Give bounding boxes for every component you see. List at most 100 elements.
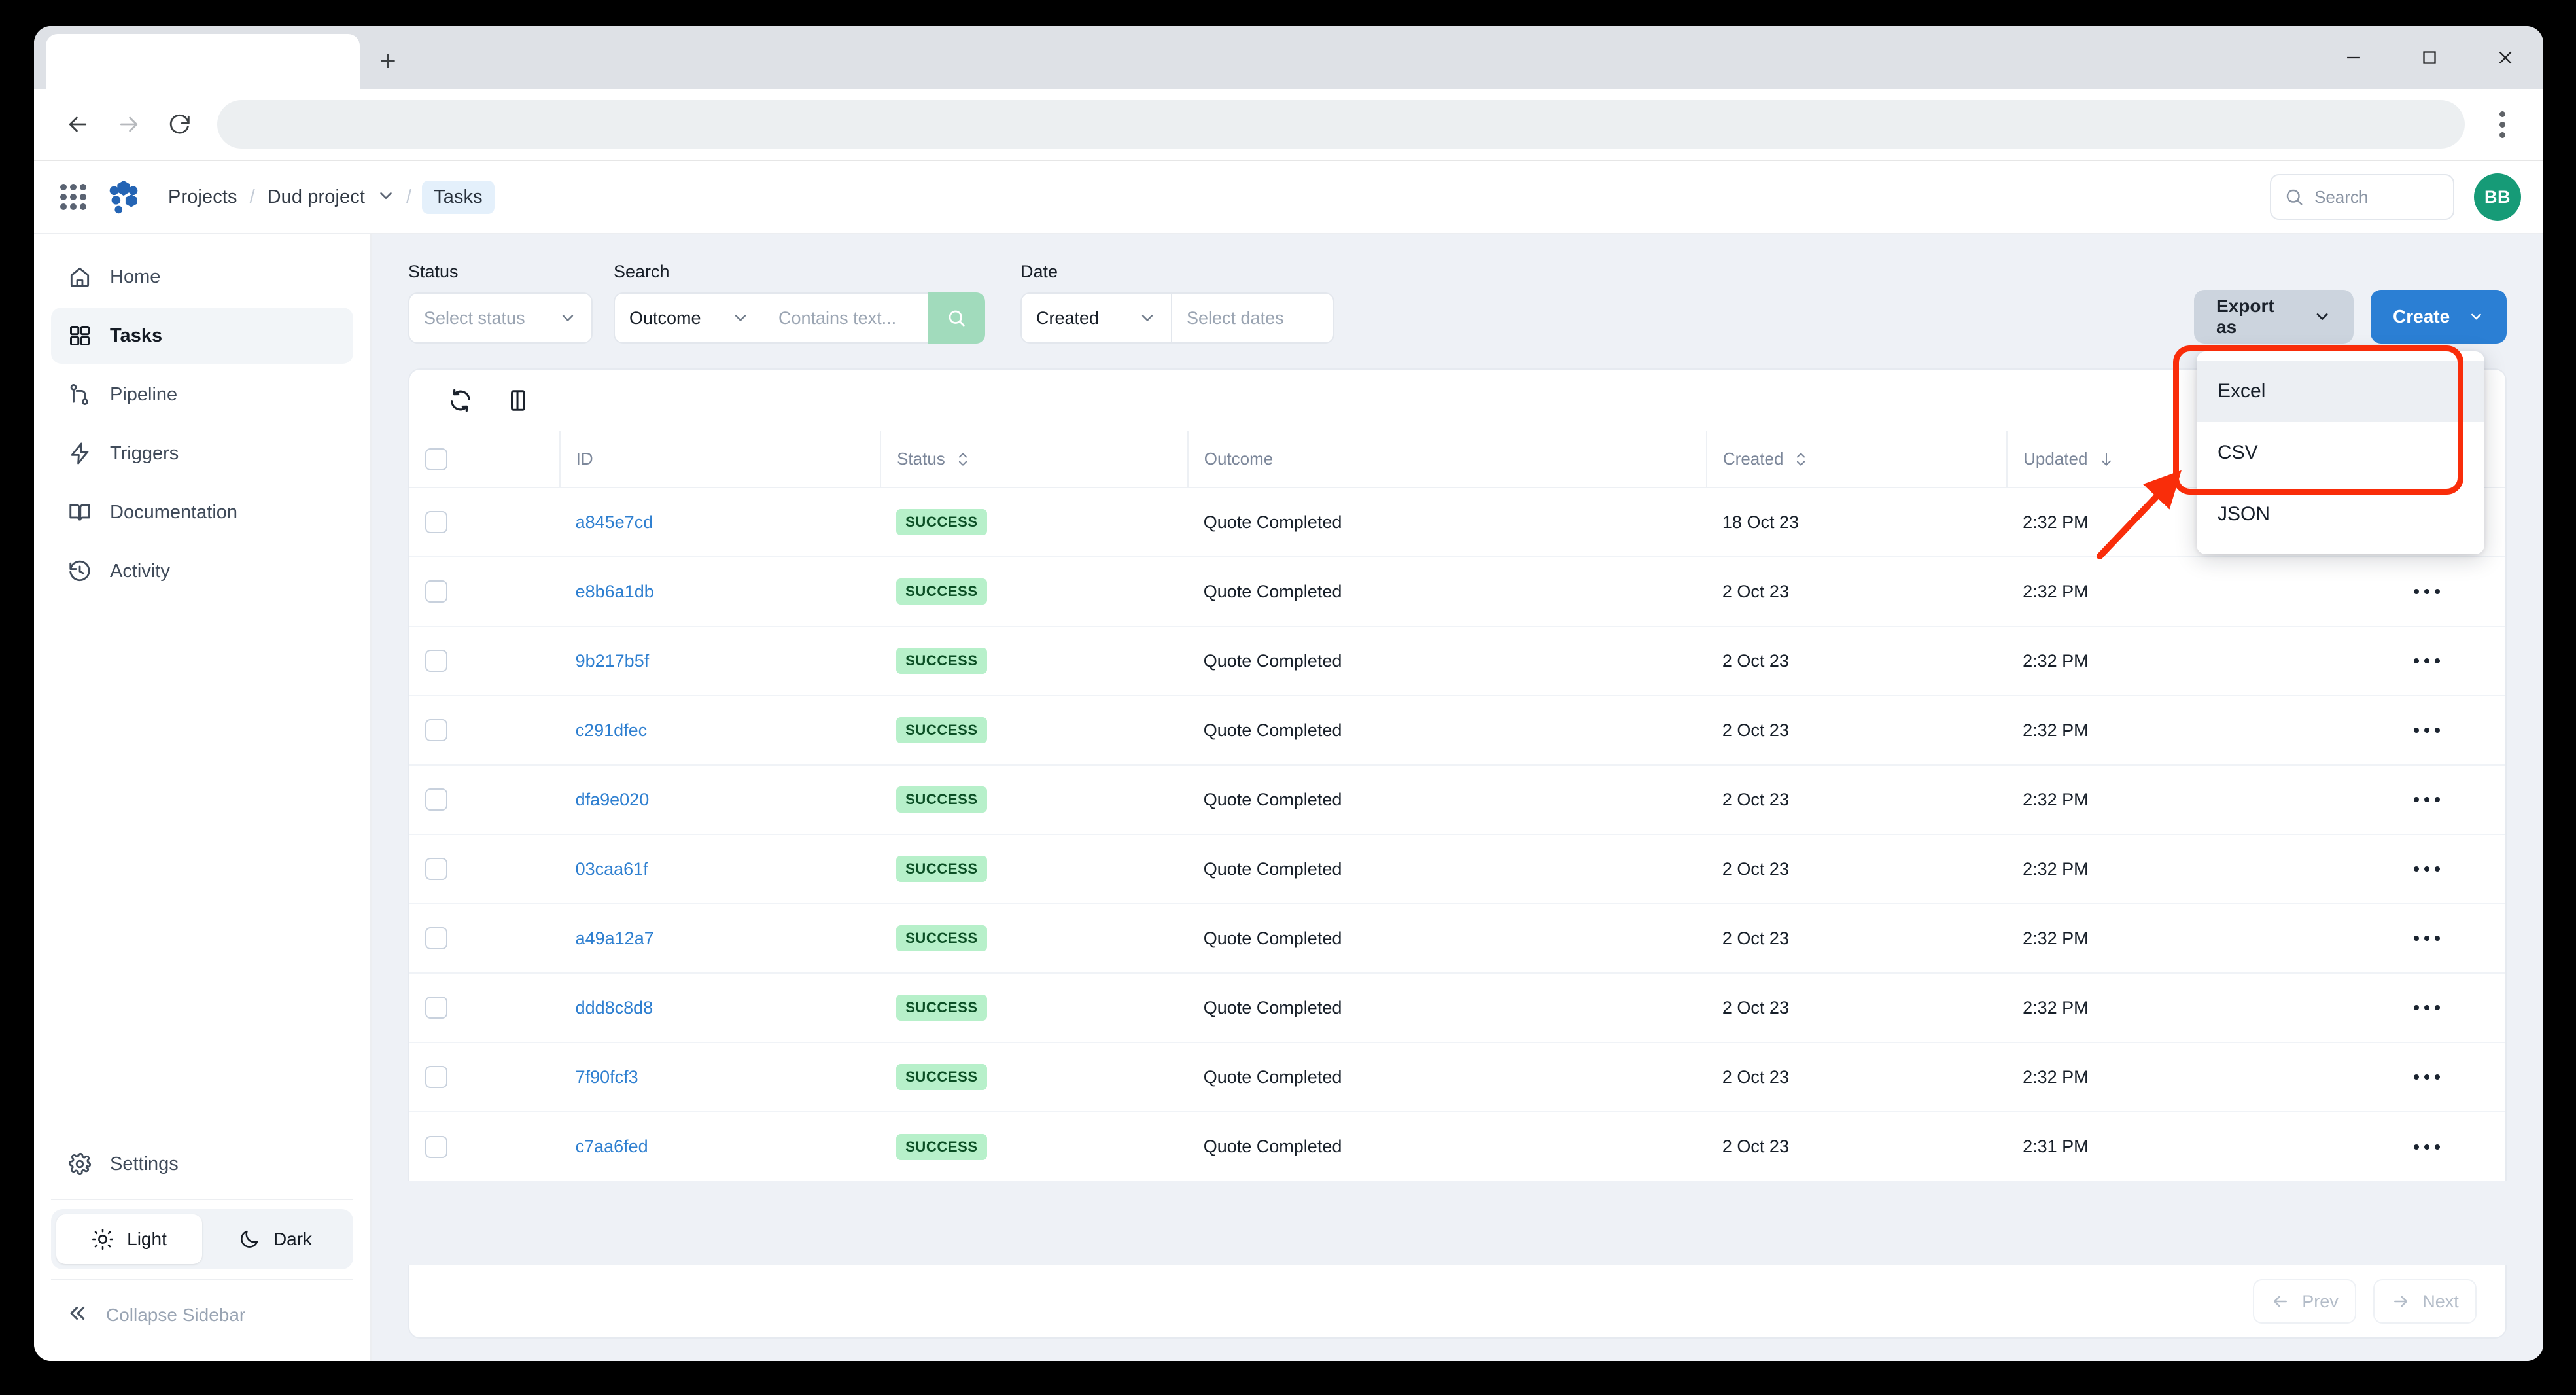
- row-id-link[interactable]: 7f90fcf3: [576, 1067, 638, 1087]
- browser-window: + Projects / Dud project / Tasks Search …: [34, 26, 2543, 1361]
- row-id-cell: a845e7cd: [559, 487, 881, 557]
- maximize-button[interactable]: [2392, 26, 2467, 89]
- sidebar-item-home[interactable]: Home: [51, 249, 353, 305]
- column-header-outcome[interactable]: Outcome: [1187, 431, 1707, 488]
- ellipsis-icon[interactable]: [2364, 936, 2490, 941]
- row-id-link[interactable]: a845e7cd: [576, 512, 653, 532]
- row-id-link[interactable]: a49a12a7: [576, 928, 654, 948]
- breadcrumb-projects[interactable]: Projects: [166, 186, 239, 208]
- table-row[interactable]: 7f90fcf3 SUCCESS Quote Completed 2 Oct 23 2:…: [409, 1042, 2505, 1112]
- ellipsis-icon[interactable]: [2364, 866, 2490, 872]
- breadcrumb-tasks[interactable]: Tasks: [422, 180, 495, 214]
- table-row[interactable]: a845e7cd SUCCESS Quote Completed 18 Oct 23 2…: [409, 487, 2505, 557]
- tasks-table: ID Status Outcome Created Updated a845e7…: [409, 431, 2505, 1181]
- collapse-sidebar-button[interactable]: Collapse Sidebar: [51, 1286, 353, 1344]
- table-row[interactable]: a49a12a7 SUCCESS Quote Completed 2 Oct 23 2:…: [409, 904, 2505, 974]
- apps-grid-icon[interactable]: [54, 177, 93, 217]
- row-select-cell: [409, 834, 560, 904]
- columns-button[interactable]: [502, 385, 534, 416]
- status-select[interactable]: Select status: [408, 292, 593, 344]
- next-page-button[interactable]: Next: [2373, 1279, 2477, 1324]
- row-checkbox[interactable]: [425, 1066, 447, 1088]
- row-checkbox[interactable]: [425, 650, 447, 672]
- table-row[interactable]: dfa9e020 SUCCESS Quote Completed 2 Oct 23 2:…: [409, 765, 2505, 835]
- row-checkbox[interactable]: [425, 927, 447, 949]
- row-checkbox[interactable]: [425, 788, 447, 811]
- row-id-link[interactable]: 9b217b5f: [576, 651, 650, 671]
- search-field-select[interactable]: Outcome: [614, 292, 764, 344]
- column-header-status[interactable]: Status: [880, 431, 1188, 488]
- select-all-checkbox[interactable]: [425, 448, 447, 470]
- refresh-button[interactable]: [445, 385, 476, 416]
- theme-light-option[interactable]: Light: [56, 1214, 202, 1264]
- column-header-created[interactable]: Created: [1705, 431, 2008, 488]
- export-menu-item-json[interactable]: JSON: [2197, 484, 2484, 545]
- ellipsis-icon[interactable]: [2364, 1074, 2490, 1080]
- export-menu-item-csv[interactable]: CSV: [2197, 422, 2484, 484]
- ellipsis-icon[interactable]: [2364, 658, 2490, 663]
- avatar[interactable]: BB: [2474, 173, 2521, 221]
- prev-page-button[interactable]: Prev: [2253, 1279, 2356, 1324]
- export-as-button[interactable]: Export as: [2194, 290, 2354, 344]
- row-id-link[interactable]: c291dfec: [576, 720, 648, 740]
- browser-menu-button[interactable]: [2479, 99, 2525, 150]
- sidebar-item-activity[interactable]: Activity: [51, 543, 353, 599]
- forward-button[interactable]: [103, 99, 154, 150]
- row-checkbox[interactable]: [425, 719, 447, 741]
- create-button[interactable]: Create: [2371, 290, 2507, 344]
- table-row[interactable]: c291dfec SUCCESS Quote Completed 2 Oct 23 2:…: [409, 696, 2505, 766]
- ellipsis-icon[interactable]: [2364, 1144, 2490, 1150]
- clock-history-icon: [67, 558, 93, 584]
- export-menu-item-excel[interactable]: Excel: [2197, 361, 2484, 422]
- ellipsis-icon[interactable]: [2364, 589, 2490, 594]
- sidebar-item-triggers[interactable]: Triggers: [51, 425, 353, 482]
- row-id-link[interactable]: ddd8c8d8: [576, 998, 653, 1017]
- table-row[interactable]: 03caa61f SUCCESS Quote Completed 2 Oct 23 2:…: [409, 834, 2505, 904]
- reload-button[interactable]: [154, 99, 205, 150]
- row-select-cell: [409, 973, 560, 1043]
- date-field-select[interactable]: Created: [1020, 292, 1171, 344]
- column-header-label: Updated: [2023, 449, 2088, 468]
- row-status-cell: SUCCESS: [880, 557, 1188, 627]
- sidebar-item-tasks[interactable]: Tasks: [51, 308, 353, 364]
- row-checkbox[interactable]: [425, 580, 447, 603]
- select-all-cell: [409, 431, 560, 488]
- row-id-cell: 03caa61f: [559, 834, 881, 904]
- row-checkbox[interactable]: [425, 511, 447, 533]
- row-id-link[interactable]: e8b6a1db: [576, 582, 654, 601]
- ellipsis-icon[interactable]: [2364, 797, 2490, 802]
- back-button[interactable]: [52, 99, 103, 150]
- row-id-link[interactable]: c7aa6fed: [576, 1137, 648, 1156]
- close-button[interactable]: [2467, 26, 2543, 89]
- row-checkbox[interactable]: [425, 1135, 447, 1158]
- row-checkbox[interactable]: [425, 858, 447, 880]
- date-range-input[interactable]: Select dates: [1171, 292, 1334, 344]
- row-checkbox[interactable]: [425, 997, 447, 1019]
- ellipsis-icon[interactable]: [2364, 728, 2490, 733]
- breadcrumb-dud-project[interactable]: Dud project: [266, 186, 367, 208]
- sidebar-item-settings[interactable]: Settings: [51, 1136, 353, 1192]
- maximize-icon: [2423, 51, 2436, 64]
- sidebar-item-documentation[interactable]: Documentation: [51, 484, 353, 540]
- global-search-input[interactable]: Search: [2270, 174, 2454, 220]
- browser-tab[interactable]: [46, 34, 360, 89]
- row-id-link[interactable]: dfa9e020: [576, 790, 650, 809]
- open-book-icon: [67, 499, 93, 525]
- url-bar[interactable]: [217, 100, 2465, 149]
- row-created-cell: 2 Oct 23: [1706, 904, 2008, 974]
- theme-dark-option[interactable]: Dark: [202, 1214, 348, 1264]
- sidebar-item-pipeline[interactable]: Pipeline: [51, 366, 353, 423]
- row-id-cell: c291dfec: [559, 696, 881, 766]
- minimize-button[interactable]: [2316, 26, 2392, 89]
- search-submit-button[interactable]: [928, 292, 985, 344]
- table-row[interactable]: c7aa6fed SUCCESS Quote Completed 2 Oct 23 2:…: [409, 1112, 2505, 1181]
- chevron-down-icon[interactable]: [376, 186, 396, 209]
- new-tab-button[interactable]: +: [360, 34, 416, 89]
- table-row[interactable]: 9b217b5f SUCCESS Quote Completed 2 Oct 23 2:…: [409, 626, 2505, 696]
- ellipsis-icon[interactable]: [2364, 1005, 2490, 1010]
- table-row[interactable]: ddd8c8d8 SUCCESS Quote Completed 2 Oct 23 2:…: [409, 973, 2505, 1043]
- search-text-input[interactable]: Contains text...: [764, 292, 928, 344]
- row-id-link[interactable]: 03caa61f: [576, 859, 648, 879]
- column-header-id[interactable]: ID: [559, 431, 881, 488]
- table-row[interactable]: e8b6a1db SUCCESS Quote Completed 2 Oct 23 2:…: [409, 557, 2505, 627]
